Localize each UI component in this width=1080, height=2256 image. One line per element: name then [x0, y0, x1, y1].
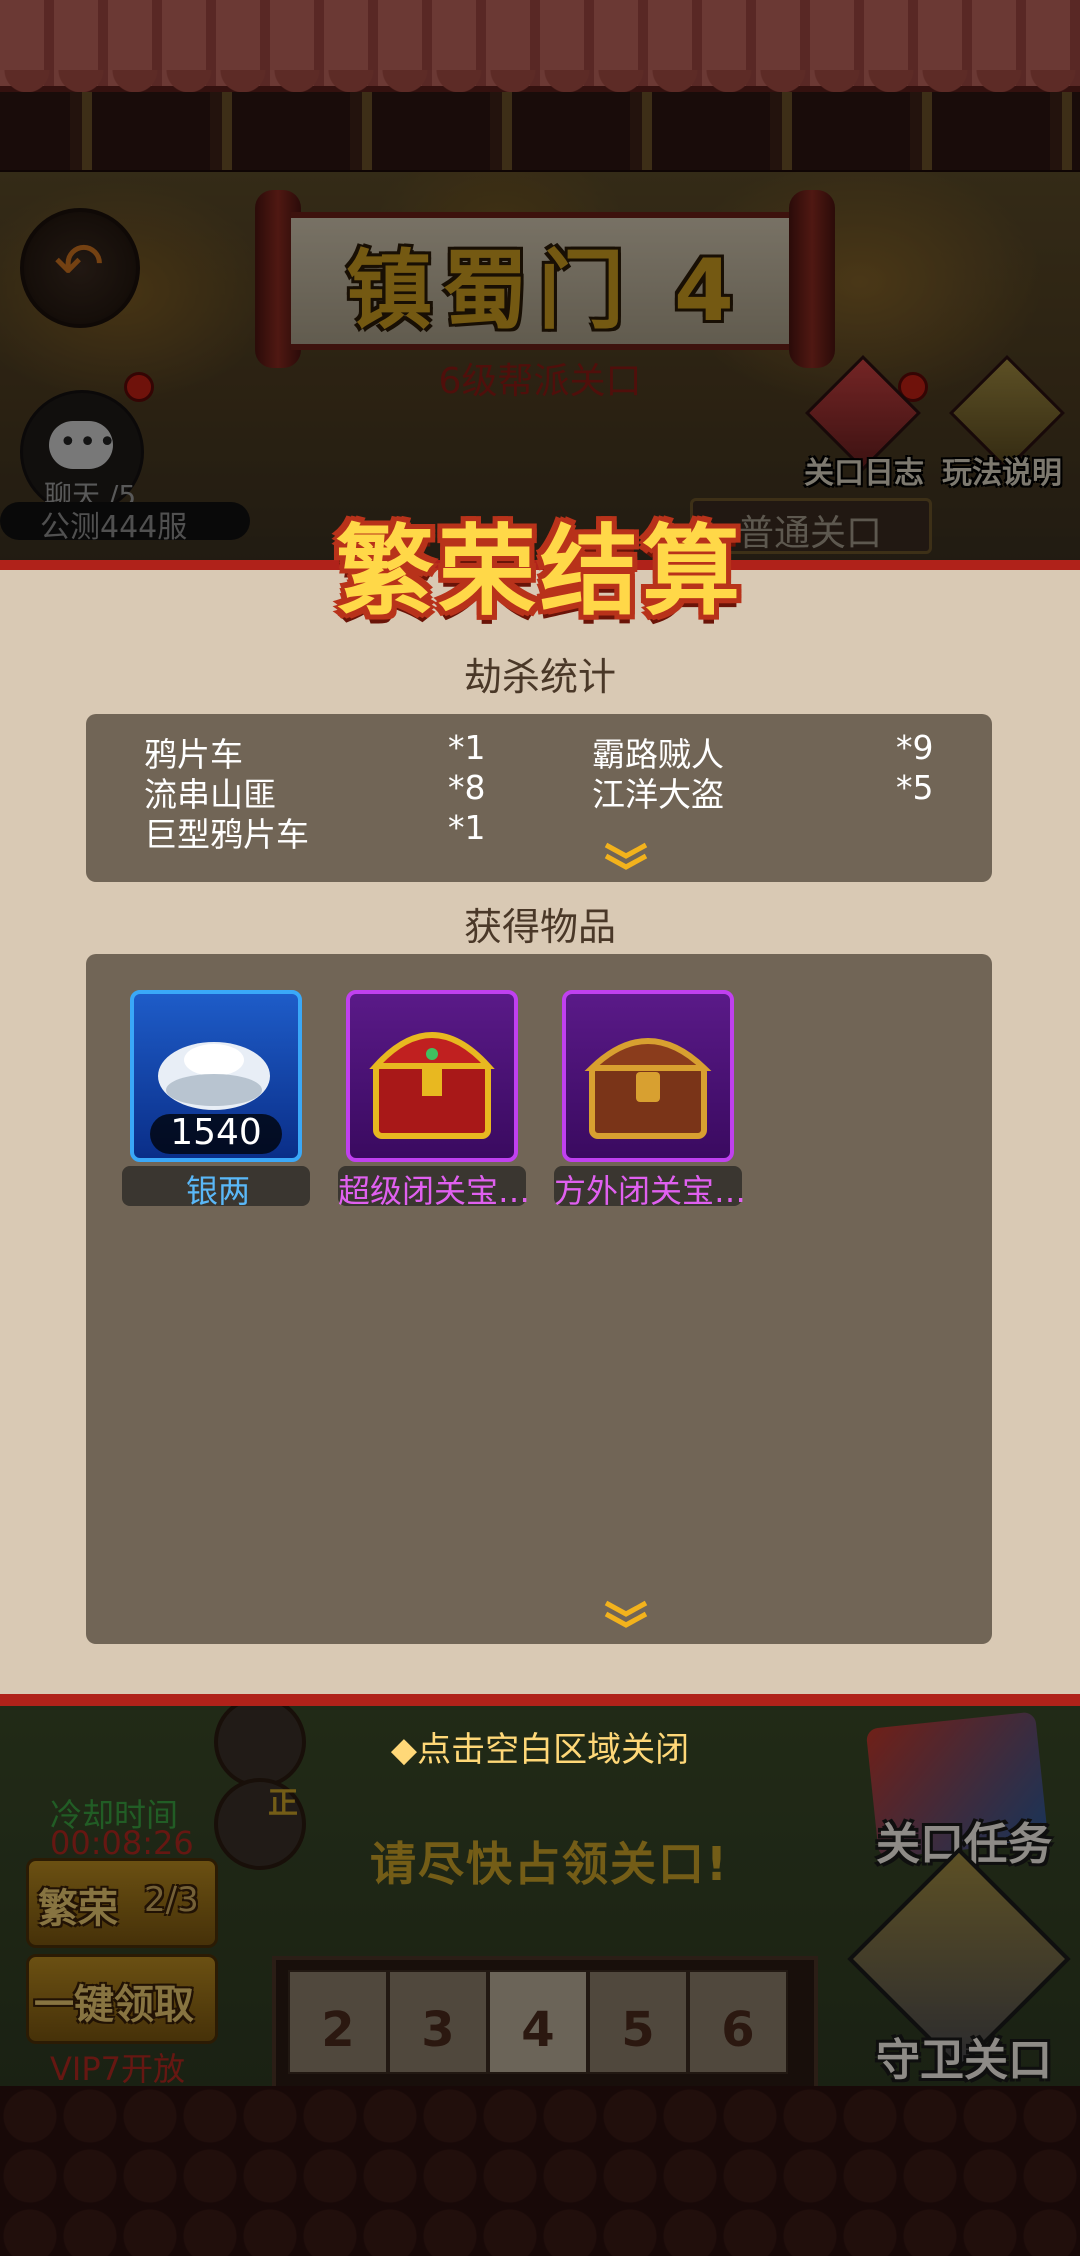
kill-section-title: 劫杀统计 [463, 655, 616, 699]
double-chevron-down-icon[interactable] [602, 1600, 650, 1630]
close-hint[interactable]: ◆点击空白区域关闭 [0, 1722, 1080, 1771]
kill-name: 江洋大盗 [592, 775, 724, 814]
item-name: 超级闭关宝… [337, 1172, 530, 1210]
settlement-title: 繁荣结算 [335, 515, 744, 629]
item-frame [562, 990, 734, 1162]
kill-name: 巨型鸦片车 [144, 815, 309, 854]
double-chevron-down-icon[interactable] [602, 842, 650, 872]
item-frame [346, 990, 518, 1162]
wooden-chest-icon [584, 1038, 712, 1139]
kill-count: *8 [448, 768, 486, 807]
kill-count: *1 [448, 808, 486, 847]
items-section-title: 获得物品 [463, 905, 616, 949]
item-name: 银两 [185, 1172, 250, 1210]
kill-count: *1 [448, 728, 486, 767]
red-gold-chest-icon [369, 1032, 495, 1139]
item-quantity: 1540 [170, 1112, 262, 1153]
item-name: 方外闭关宝… [553, 1172, 746, 1210]
kill-stats-box: 鸦片车 *1 霸路贼人 *9 流串山匪 *8 江洋大盗 *5 巨型鸦片车 *1 [86, 714, 992, 882]
kill-count: *9 [896, 728, 934, 767]
kill-count: *5 [896, 768, 934, 807]
